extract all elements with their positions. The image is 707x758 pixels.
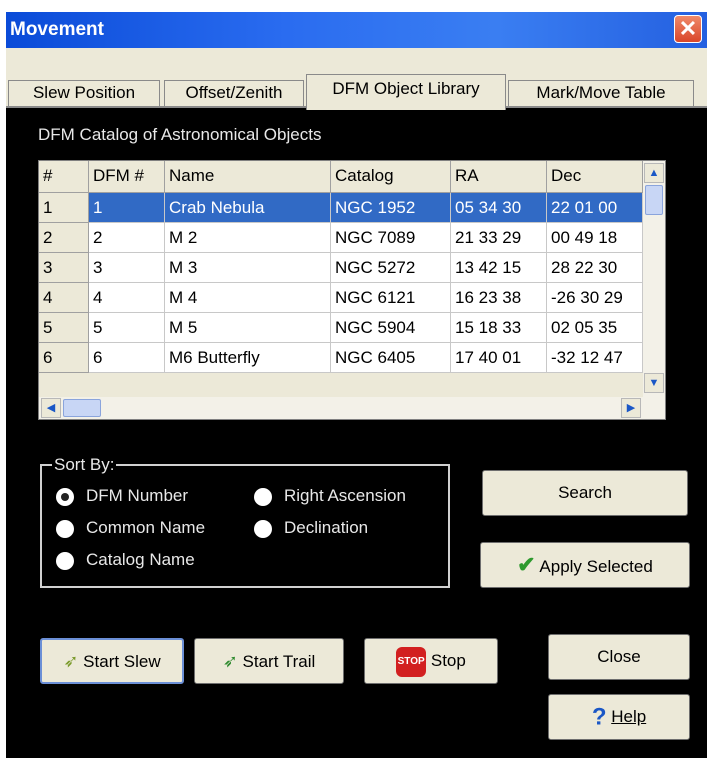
table-cell[interactable]: 16 23 38: [451, 283, 547, 313]
tab-mark-move-table[interactable]: Mark/Move Table: [508, 80, 694, 106]
chevron-down-icon: ▼: [648, 377, 660, 389]
table-cell[interactable]: -26 30 29: [547, 283, 643, 313]
sort-by-label: Sort By:: [52, 455, 117, 475]
help-label: Help: [611, 707, 647, 726]
horizontal-scroll-thumb[interactable]: [63, 399, 101, 417]
radio-common-name[interactable]: [56, 520, 74, 538]
radio-label-catalog-name: Catalog Name: [86, 550, 195, 569]
row-number[interactable]: 5: [39, 313, 89, 343]
table-cell[interactable]: NGC 6405: [331, 343, 451, 373]
scroll-left-button[interactable]: ◀: [41, 398, 61, 418]
checkmark-icon: ✔: [517, 552, 536, 577]
help-icon: ?: [591, 703, 607, 731]
table-cell[interactable]: NGC 6121: [331, 283, 451, 313]
table-cell[interactable]: 13 42 15: [451, 253, 547, 283]
radio-right-ascension[interactable]: [254, 488, 272, 506]
title-bar[interactable]: [6, 12, 707, 48]
radio-label-common-name: Common Name: [86, 518, 206, 537]
chevron-up-icon: ▲: [648, 167, 660, 179]
horizontal-scrollbar[interactable]: [39, 397, 665, 419]
table-cell[interactable]: M 5: [165, 313, 331, 343]
col-header-name[interactable]: Name: [165, 161, 331, 193]
radio-label-right-ascension: Right Ascension: [284, 486, 406, 505]
table-cell[interactable]: NGC 7089: [331, 223, 451, 253]
close-window-button[interactable]: ✕: [674, 15, 702, 43]
col-header-dec[interactable]: Dec: [547, 161, 643, 193]
radio-declination[interactable]: [254, 520, 272, 538]
chevron-right-icon: ▶: [626, 402, 636, 414]
stop-sign-icon: STOP: [396, 646, 427, 677]
vertical-scroll-thumb[interactable]: [645, 185, 663, 215]
table-cell[interactable]: 02 05 35: [547, 313, 643, 343]
chevron-left-icon: ◀: [46, 402, 56, 414]
table-cell[interactable]: M 2: [165, 223, 331, 253]
tab-offset-zenith[interactable]: Offset/Zenith: [164, 80, 304, 106]
table-cell[interactable]: 00 49 18: [547, 223, 643, 253]
col-header-num[interactable]: #: [39, 161, 89, 193]
start-slew-label: Start Slew: [83, 652, 161, 671]
scroll-down-button[interactable]: ▼: [644, 373, 664, 393]
stop-button[interactable]: STOP Stop: [364, 638, 498, 684]
tab-slew-position[interactable]: Slew Position: [8, 80, 160, 106]
apply-selected-label: Apply Selected: [539, 557, 653, 576]
radio-label-dfm-number: DFM Number: [86, 486, 189, 505]
col-header-dfm[interactable]: DFM #: [89, 161, 165, 193]
table-cell[interactable]: 2: [89, 223, 165, 253]
table-cell[interactable]: 3: [89, 253, 165, 283]
stop-label: Stop: [430, 651, 466, 670]
row-number[interactable]: 2: [39, 223, 89, 253]
search-button[interactable]: Search: [482, 470, 688, 516]
catalog-grid: # DFM # Name Catalog RA Dec 1 1 Crab Neb…: [38, 160, 666, 420]
table-cell[interactable]: M 4: [165, 283, 331, 313]
col-header-ra[interactable]: RA: [451, 161, 547, 193]
start-trail-label: Start Trail: [242, 652, 316, 671]
table-cell[interactable]: 1: [89, 193, 165, 223]
table-cell[interactable]: 21 33 29: [451, 223, 547, 253]
row-number[interactable]: 1: [39, 193, 89, 223]
window-title: Movement: [10, 19, 104, 40]
scroll-up-button[interactable]: ▲: [644, 163, 664, 183]
table-cell[interactable]: M 3: [165, 253, 331, 283]
catalog-caption: DFM Catalog of Astronomical Objects: [38, 125, 322, 144]
tab-dfm-object-library[interactable]: DFM Object Library: [306, 74, 506, 110]
radio-label-declination: Declination: [284, 518, 369, 537]
table-cell[interactable]: 4: [89, 283, 165, 313]
table-cell[interactable]: 28 22 30: [547, 253, 643, 283]
table-cell[interactable]: NGC 5272: [331, 253, 451, 283]
close-button[interactable]: Close: [548, 634, 690, 680]
table-cell[interactable]: -32 12 47: [547, 343, 643, 373]
close-icon: ✕: [678, 16, 698, 41]
table-cell[interactable]: 15 18 33: [451, 313, 547, 343]
col-header-catalog[interactable]: Catalog: [331, 161, 451, 193]
row-number[interactable]: 3: [39, 253, 89, 283]
table-cell[interactable]: 6: [89, 343, 165, 373]
start-slew-button[interactable]: ➶ Start Slew: [40, 638, 184, 684]
apply-selected-button[interactable]: ✔ Apply Selected: [480, 542, 690, 588]
table-cell[interactable]: Crab Nebula: [165, 193, 331, 223]
table-cell[interactable]: NGC 5904: [331, 313, 451, 343]
radio-dfm-number[interactable]: [56, 488, 74, 506]
start-trail-button[interactable]: ➶ Start Trail: [194, 638, 344, 684]
table-cell[interactable]: M6 Butterfly: [165, 343, 331, 373]
scroll-right-button[interactable]: ▶: [621, 398, 641, 418]
radio-catalog-name[interactable]: [56, 552, 74, 570]
table-cell[interactable]: 05 34 30: [451, 193, 547, 223]
table-cell[interactable]: 22 01 00: [547, 193, 643, 223]
help-button[interactable]: ? Help: [548, 694, 690, 740]
table-cell[interactable]: 5: [89, 313, 165, 343]
trail-icon: ➶: [222, 651, 238, 671]
table-cell[interactable]: 17 40 01: [451, 343, 547, 373]
slew-icon: ➶: [63, 651, 79, 671]
row-number[interactable]: 4: [39, 283, 89, 313]
table-cell[interactable]: NGC 1952: [331, 193, 451, 223]
row-number[interactable]: 6: [39, 343, 89, 373]
